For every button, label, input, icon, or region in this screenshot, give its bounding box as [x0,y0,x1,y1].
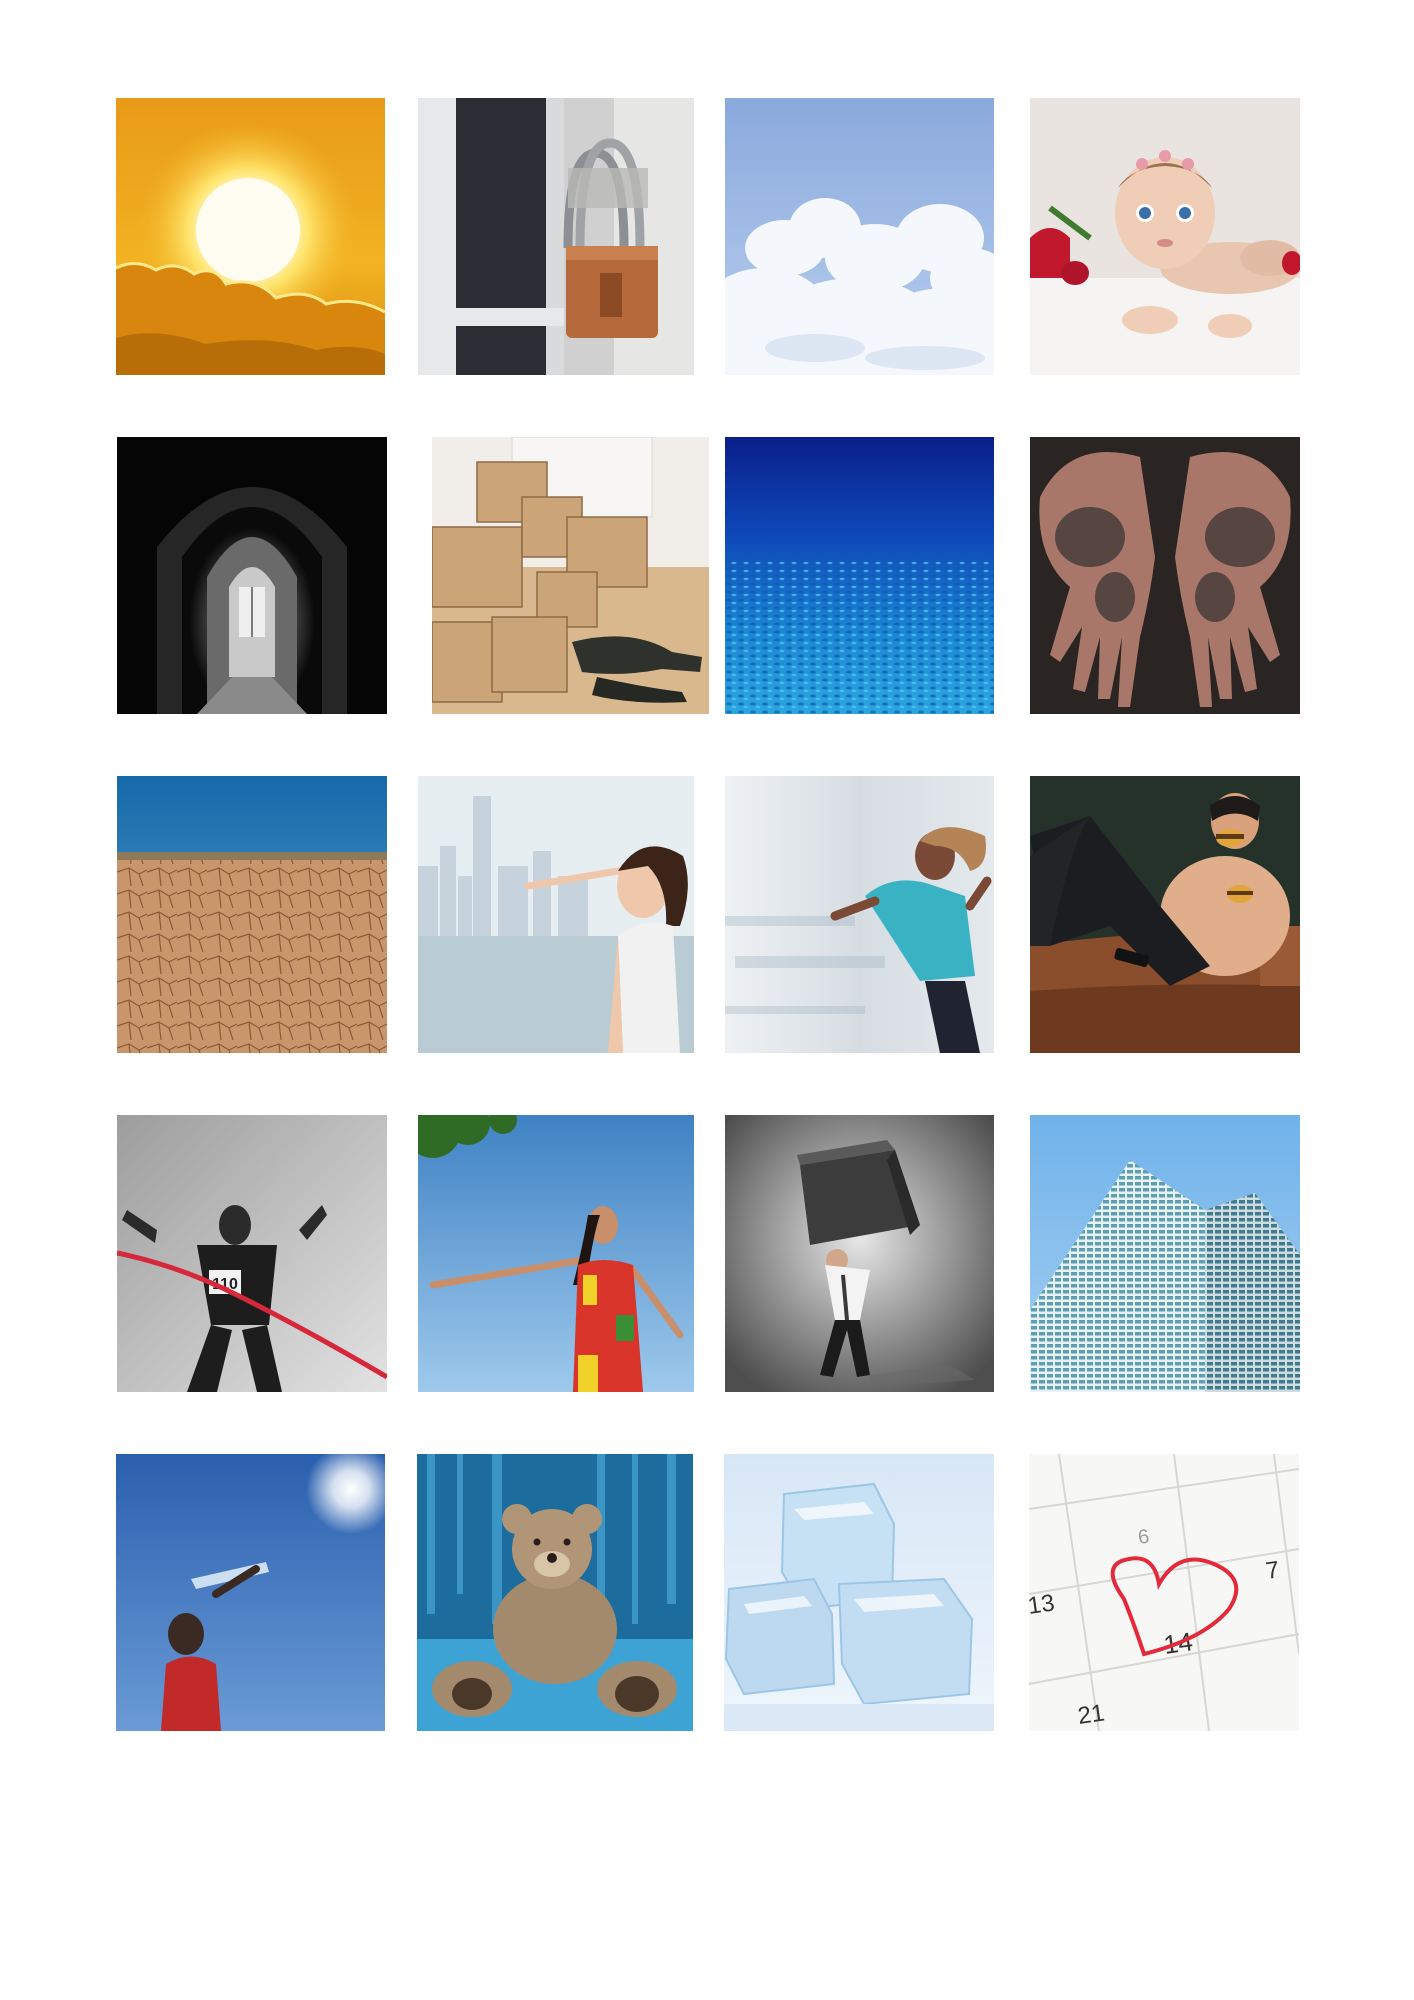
runner-finish-line-photo: 110 [117,1115,387,1392]
calendar-day-21: 21 [1076,1699,1106,1729]
ice-cubes-photo [724,1454,994,1731]
padlock-photo [418,98,694,375]
dirty-hands-photo [1030,437,1300,714]
child-drinking-water-photo [116,1454,385,1731]
calendar-day-13: 13 [1029,1589,1056,1619]
man-eating-burger-photo [1030,776,1300,1053]
skyscraper-photo [1030,1115,1300,1392]
gothic-corridor-photo [117,437,387,714]
woman-pointing-at-city-photo [418,776,694,1053]
running-woman-photo [725,776,994,1053]
teddy-bear-photo [417,1454,693,1731]
baby-photo [1030,98,1300,375]
man-carrying-cube-photo [725,1115,994,1392]
moving-boxes-photo [432,437,709,714]
clouds-photo [725,98,994,375]
sun-photo [116,98,385,375]
dry-cracked-earth-photo [117,776,387,1053]
woman-arms-open-photo [418,1115,694,1392]
calendar-heart-photo: 6 7 13 14 21 [1029,1454,1299,1731]
deep-sea-photo [725,437,994,714]
